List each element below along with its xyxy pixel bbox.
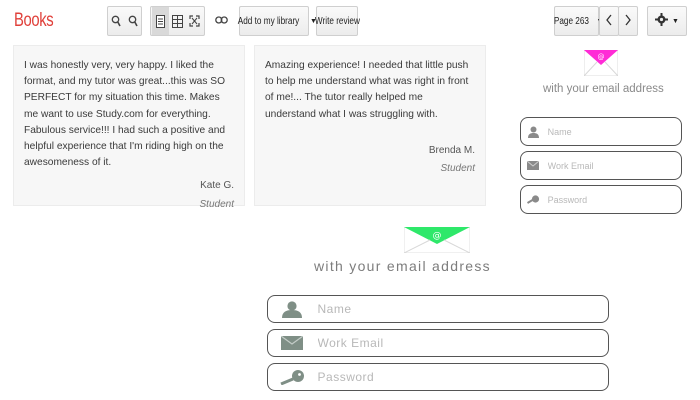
next-page-button[interactable] <box>618 6 638 36</box>
link-icon <box>214 15 228 27</box>
view-controls <box>150 6 205 36</box>
envelope-icon: @ <box>403 226 471 257</box>
testimonial-card: Amazing experience! I needed that little… <box>254 45 486 206</box>
work-email-input[interactable] <box>315 335 608 351</box>
key-icon <box>521 195 546 204</box>
settings-button[interactable]: ▼ <box>647 6 687 36</box>
name-input[interactable] <box>545 125 681 138</box>
page-label: Page 263 <box>553 15 589 27</box>
envelope-icon: @ <box>583 49 619 80</box>
key-icon <box>268 369 316 385</box>
single-page-view-icon[interactable] <box>152 7 169 35</box>
add-to-library-button[interactable]: Add to my library ▼ <box>237 6 317 36</box>
brand-title[interactable]: Books <box>14 10 54 32</box>
work-email-input[interactable] <box>545 159 681 172</box>
mail-icon <box>521 161 546 170</box>
write-review-button[interactable]: Write review <box>314 6 360 36</box>
page-select[interactable]: Page 263 ▼ <box>553 6 603 36</box>
zoom-controls <box>107 6 142 36</box>
work-email-field[interactable] <box>520 151 682 180</box>
testimonial-quote: Amazing experience! I needed that little… <box>265 60 469 120</box>
signup-tagline: with your email address <box>314 258 491 274</box>
svg-text:@: @ <box>598 53 605 61</box>
svg-text:@: @ <box>433 231 442 241</box>
zoom-in-icon[interactable] <box>108 7 125 35</box>
password-input[interactable] <box>545 193 681 206</box>
name-field[interactable] <box>267 295 609 323</box>
fullscreen-icon[interactable] <box>186 7 203 35</box>
add-to-library-label: Add to my library <box>237 15 300 27</box>
testimonial-role: Student <box>199 198 234 210</box>
testimonial-card: I was honestly very, very happy. I liked… <box>13 45 245 210</box>
password-field[interactable] <box>267 363 609 391</box>
user-icon <box>521 126 546 138</box>
testimonial-role: Student <box>440 163 475 175</box>
toolbar: Books Add to my library ▼ Write review P… <box>0 0 700 44</box>
signup-tagline: with your email address <box>543 83 664 95</box>
write-review-label: Write review <box>314 15 360 27</box>
chevron-down-icon: ▼ <box>672 17 679 25</box>
name-field[interactable] <box>520 117 682 146</box>
chevron-left-icon <box>606 14 612 29</box>
password-field[interactable] <box>520 185 682 214</box>
mail-icon <box>268 336 316 350</box>
work-email-field[interactable] <box>267 329 609 357</box>
user-icon <box>268 300 316 318</box>
testimonial-author: Brenda M. <box>428 144 475 156</box>
name-input[interactable] <box>315 301 608 317</box>
testimonial-quote: I was honestly very, very happy. I liked… <box>24 60 226 169</box>
chevron-right-icon <box>625 14 631 29</box>
password-input[interactable] <box>315 369 608 385</box>
link-button[interactable] <box>211 6 231 36</box>
zoom-out-icon[interactable] <box>125 7 142 35</box>
prev-page-button[interactable] <box>599 6 619 36</box>
gear-icon <box>655 13 669 29</box>
grid-view-icon[interactable] <box>169 7 186 35</box>
testimonial-author: Kate G. <box>200 180 234 192</box>
